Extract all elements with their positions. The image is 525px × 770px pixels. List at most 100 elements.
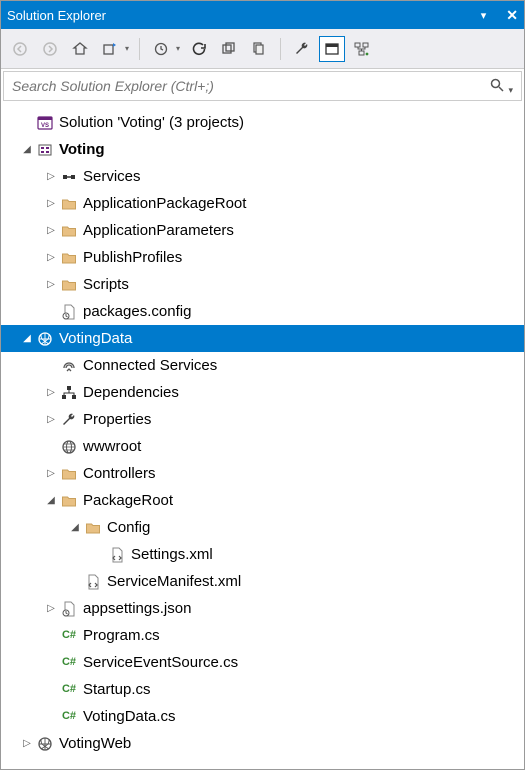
properties-button[interactable]: [289, 36, 315, 62]
tree-item[interactable]: ▷C#ServiceEventSource.cs: [1, 649, 524, 676]
tree-item[interactable]: ▷ Properties: [1, 406, 524, 433]
collapse-icon[interactable]: ◢: [43, 493, 59, 509]
expand-icon[interactable]: ▷: [43, 412, 59, 428]
tree-item[interactable]: ▷C#VotingData.cs: [1, 703, 524, 730]
forward-button[interactable]: [37, 36, 63, 62]
tree-item[interactable]: ▷wwwroot: [1, 433, 524, 460]
preview-button[interactable]: [319, 36, 345, 62]
cs-icon: C#: [59, 627, 79, 645]
solution-tree[interactable]: ▷VSSolution 'Voting' (3 projects) ◢ Voting…: [1, 103, 524, 763]
collapse-icon[interactable]: ◢: [67, 520, 83, 536]
deps-icon: [59, 384, 79, 402]
tree-item[interactable]: ▷ Dependencies: [1, 379, 524, 406]
tree-item-label: Controllers: [83, 465, 156, 483]
expand-icon[interactable]: ▷: [43, 169, 59, 185]
tree-item-label: Settings.xml: [131, 546, 213, 564]
search-icon[interactable]: ▾: [489, 77, 513, 96]
tree-item[interactable]: ▷packages.config: [1, 298, 524, 325]
expand-icon[interactable]: ▷: [43, 466, 59, 482]
back-button[interactable]: [7, 36, 33, 62]
tree-item-label: PackageRoot: [83, 492, 173, 510]
tree-item[interactable]: ▷ApplicationParameters: [1, 217, 524, 244]
tree-item-label: Services: [83, 168, 141, 186]
folder-icon: [59, 492, 79, 510]
tree-item[interactable]: ▷Settings.xml: [1, 541, 524, 568]
sfproj-icon: [35, 141, 55, 159]
collapse-all-button[interactable]: [216, 36, 242, 62]
tree-item[interactable]: ▷ Services: [1, 163, 524, 190]
window-dropdown-icon[interactable]: ▾: [481, 9, 487, 22]
tree-item-label: VotingData: [59, 330, 132, 348]
refresh-button[interactable]: [186, 36, 212, 62]
tree-item[interactable]: ▷ ApplicationPackageRoot: [1, 190, 524, 217]
svg-text:VS: VS: [41, 123, 49, 129]
services-icon: [59, 168, 79, 186]
xml-icon: [107, 546, 127, 564]
tree-item[interactable]: ◢ Config: [1, 514, 524, 541]
folder-icon: [59, 249, 79, 267]
expand-icon[interactable]: ▷: [19, 736, 35, 752]
collapse-icon[interactable]: ◢: [19, 142, 35, 158]
search-input[interactable]: [12, 78, 489, 94]
tree-item[interactable]: ▷C#Program.cs: [1, 622, 524, 649]
expand-icon[interactable]: ▷: [43, 385, 59, 401]
dropdown-icon[interactable]: ▾: [176, 44, 180, 53]
connected-icon: [59, 357, 79, 375]
search-bar[interactable]: ▾: [3, 71, 522, 101]
toolbar: ▾ ▾: [1, 29, 524, 69]
tree-item[interactable]: ▷ Controllers: [1, 460, 524, 487]
folder-icon: [83, 519, 103, 537]
folder-icon: [59, 222, 79, 240]
view-class-diagram-button[interactable]: [349, 36, 375, 62]
tree-item[interactable]: ▷ VotingWeb: [1, 730, 524, 757]
tree-item-label: Connected Services: [83, 357, 217, 375]
cs-icon: C#: [59, 708, 79, 726]
globe-icon: [59, 438, 79, 456]
expand-icon[interactable]: ▷: [43, 223, 59, 239]
tree-item[interactable]: ▷PublishProfiles: [1, 244, 524, 271]
tree-item-label: Dependencies: [83, 384, 179, 402]
tree-item[interactable]: ▷C#Startup.cs: [1, 676, 524, 703]
tree-item-label: packages.config: [83, 303, 191, 321]
tree-item[interactable]: ▷VSSolution 'Voting' (3 projects): [1, 109, 524, 136]
config-icon: [59, 303, 79, 321]
tree-item-label: VotingWeb: [59, 735, 131, 753]
solution-icon: VS: [35, 114, 55, 132]
tree-item[interactable]: ▷Connected Services: [1, 352, 524, 379]
folder-icon: [59, 465, 79, 483]
tree-item-label: Properties: [83, 411, 151, 429]
json-icon: [59, 600, 79, 618]
expand-icon[interactable]: ▷: [43, 250, 59, 266]
folder-icon: [59, 276, 79, 294]
tree-item-label: Config: [107, 519, 150, 537]
title-bar: Solution Explorer ▾ ✕: [1, 1, 524, 29]
tree-item[interactable]: ◢ PackageRoot: [1, 487, 524, 514]
tree-item[interactable]: ◢ Voting: [1, 136, 524, 163]
expand-icon[interactable]: ▷: [43, 601, 59, 617]
tree-item-label: ServiceManifest.xml: [107, 573, 241, 591]
show-all-files-button[interactable]: [246, 36, 272, 62]
xml-icon: [83, 573, 103, 591]
tree-item[interactable]: ▷ServiceManifest.xml: [1, 568, 524, 595]
cs-icon: C#: [59, 681, 79, 699]
tree-item-label: ApplicationPackageRoot: [83, 195, 246, 213]
tree-item[interactable]: ▷appsettings.json: [1, 595, 524, 622]
home-button[interactable]: [67, 36, 93, 62]
folder-icon: [59, 195, 79, 213]
webproj-icon: [35, 735, 55, 753]
close-icon[interactable]: ✕: [506, 7, 518, 24]
wrench-icon: [59, 411, 79, 429]
expand-icon[interactable]: ▷: [43, 277, 59, 293]
dropdown-icon[interactable]: ▾: [125, 44, 129, 53]
expand-icon[interactable]: ▷: [43, 196, 59, 212]
tree-item-label: Program.cs: [83, 627, 160, 645]
cs-icon: C#: [59, 654, 79, 672]
tree-item-label: Voting: [59, 141, 105, 159]
tree-item[interactable]: ▷ Scripts: [1, 271, 524, 298]
collapse-icon[interactable]: ◢: [19, 331, 35, 347]
history-button[interactable]: [148, 36, 174, 62]
panel-title: Solution Explorer: [7, 8, 481, 23]
tree-item-label: Scripts: [83, 276, 129, 294]
tree-item[interactable]: ◢ VotingData: [1, 325, 524, 352]
sync-button[interactable]: [97, 36, 123, 62]
